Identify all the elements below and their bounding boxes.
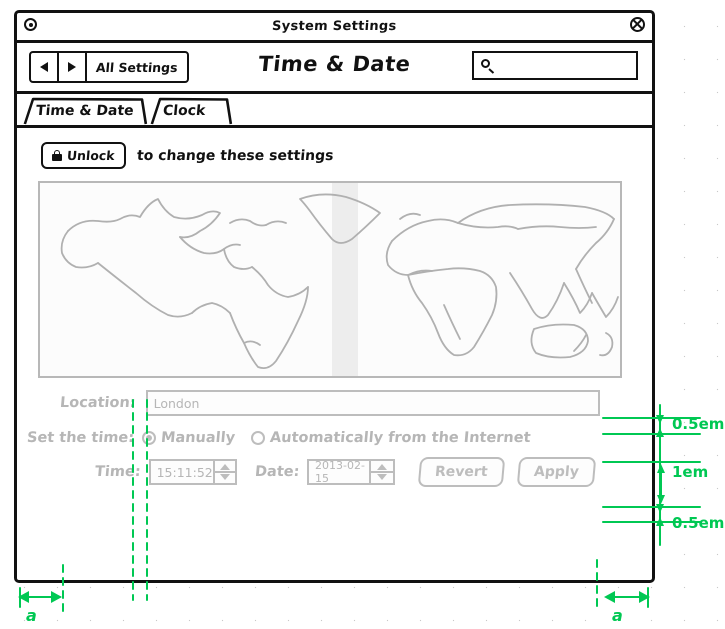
- world-timezone-map[interactable]: [38, 181, 622, 378]
- date-spinner-up-icon[interactable]: [377, 464, 387, 470]
- window-titlebar: System Settings: [17, 13, 652, 43]
- radio-automatically[interactable]: [251, 431, 266, 445]
- time-spinner[interactable]: [212, 461, 235, 483]
- map-outlines: [60, 193, 619, 370]
- time-value: 15:11:52: [156, 464, 213, 480]
- tab-time-and-date-label: Time & Date: [35, 103, 135, 119]
- measure-label-gap-above-location: 0.5em: [672, 415, 724, 433]
- search-input[interactable]: [472, 51, 638, 80]
- spinner-divider: [371, 471, 393, 473]
- time-spinner-down-icon[interactable]: [219, 474, 230, 480]
- radio-automatically-label: Automatically from the Internet: [269, 430, 532, 446]
- close-icon[interactable]: [630, 17, 645, 32]
- system-settings-window: System Settings All Settings Time & Date: [14, 10, 655, 583]
- tab-time-and-date[interactable]: Time & Date: [22, 97, 148, 125]
- location-label: Location:: [59, 395, 137, 411]
- tab-bar: Time & Date Clock: [17, 94, 652, 128]
- date-label: Date:: [253, 464, 300, 480]
- time-date-row: Time: 15:11:52 Date: 2013-02-15 Revert A…: [17, 457, 652, 487]
- spinner-divider: [214, 471, 235, 473]
- tab-clock[interactable]: Clock: [149, 97, 233, 125]
- unlock-button-label: Unlock: [66, 148, 116, 163]
- date-spinner-down-icon[interactable]: [377, 474, 387, 480]
- window-title: System Settings: [271, 19, 398, 34]
- time-stepper[interactable]: 15:11:52: [148, 459, 237, 485]
- revert-button[interactable]: Revert: [417, 457, 505, 487]
- measure-label-gap-location-to-settime: 1em: [672, 463, 708, 481]
- measure-label-gap-settime-to-values: 0.5em: [672, 514, 724, 532]
- time-label: Time:: [94, 464, 142, 480]
- unlock-help-text: to change these settings: [135, 147, 334, 164]
- date-spinner[interactable]: [369, 461, 393, 483]
- unlock-button[interactable]: Unlock: [41, 142, 126, 169]
- apply-button[interactable]: Apply: [516, 457, 596, 487]
- location-input[interactable]: London: [145, 390, 600, 416]
- window-toolbar: All Settings Time & Date: [17, 43, 652, 94]
- radio-manually-label: Manually: [160, 430, 236, 446]
- set-time-row: Set the time: Manually Automatically fro…: [17, 430, 652, 446]
- search-icon: [481, 59, 494, 72]
- tab-clock-label: Clock: [162, 103, 207, 119]
- record-circle-icon[interactable]: [24, 18, 37, 31]
- tab-content-panel: Unlock to change these settings Location…: [17, 128, 652, 583]
- location-input-value: London: [153, 395, 200, 411]
- lock-icon: [52, 150, 62, 161]
- unlock-row: Unlock to change these settings: [41, 142, 334, 169]
- wireframe-stage: System Settings All Settings Time & Date: [0, 0, 725, 629]
- radio-manually[interactable]: [142, 431, 157, 445]
- location-row: Location: London: [17, 390, 652, 416]
- date-stepper[interactable]: 2013-02-15: [307, 459, 395, 485]
- settings-form: Location: London Set the time: Manually …: [17, 390, 652, 487]
- measure-label-right-margin: a: [612, 606, 623, 625]
- date-value: 2013-02-15: [315, 459, 365, 485]
- measure-label-left-margin: a: [26, 606, 37, 625]
- set-time-label: Set the time:: [26, 430, 135, 446]
- time-spinner-up-icon[interactable]: [219, 464, 230, 470]
